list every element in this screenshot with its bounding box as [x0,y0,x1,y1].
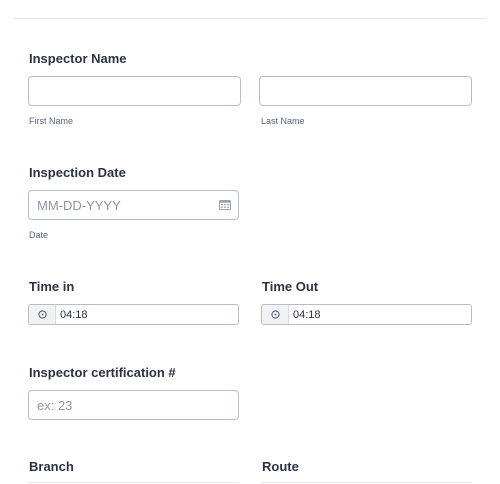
branch-label: Branch [29,459,74,474]
route-field-edge [261,482,472,483]
time-out-input[interactable] [289,305,471,324]
time-out-field [261,304,472,325]
route-label: Route [262,459,299,474]
first-name-sublabel: First Name [29,116,74,126]
last-name-input[interactable] [259,76,472,106]
first-name-input[interactable] [28,76,241,106]
clock-icon [29,305,56,324]
last-name-sublabel: Last Name [261,116,305,126]
time-in-field [28,304,239,325]
certification-input[interactable] [28,390,239,420]
date-sublabel: Date [29,230,49,240]
time-in-label: Time in [29,279,75,294]
time-in-input[interactable] [56,305,238,324]
inspection-date-label: Inspection Date [29,165,126,180]
top-divider [14,18,486,19]
certification-label: Inspector certification # [29,365,176,380]
calendar-icon[interactable] [219,199,231,210]
date-field [28,190,239,220]
branch-field-edge [28,482,239,483]
time-out-label: Time Out [262,279,319,294]
inspector-name-label: Inspector Name [29,51,127,66]
clock-icon [262,305,289,324]
date-input[interactable] [28,190,239,220]
